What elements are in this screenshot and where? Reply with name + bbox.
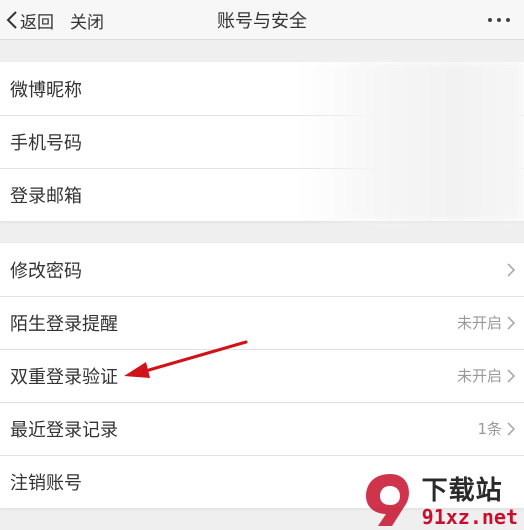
chevron-left-icon <box>6 11 17 29</box>
watermark-logo-icon <box>365 474 409 526</box>
navigation-bar: 返回 关闭 账号与安全 <box>0 0 524 40</box>
chevron-right-icon <box>507 368 516 383</box>
recent-login-records-row[interactable]: 最近登录记录 1条 <box>0 402 524 455</box>
chevron-right-icon <box>507 421 516 436</box>
watermark-domain: 91xz.net <box>421 505 518 529</box>
row-label: 修改密码 <box>10 260 82 282</box>
security-group: 修改密码 陌生登录提醒 未开启 双重登录验证 未开启 最近登录记录 1条 注销账… <box>0 243 524 508</box>
unfamiliar-login-alert-row[interactable]: 陌生登录提醒 未开启 <box>0 296 524 349</box>
row-label: 双重登录验证 <box>10 366 118 388</box>
count-value: 1条 <box>477 420 502 438</box>
close-button[interactable]: 关闭 <box>70 0 104 40</box>
change-password-row[interactable]: 修改密码 <box>0 243 524 296</box>
watermark-name: 下载站 <box>421 476 503 506</box>
watermark: 下载站 91xz.net <box>360 470 518 528</box>
back-label: 返回 <box>20 12 54 33</box>
profile-group: 微博昵称 手机号码 登录邮箱 <box>0 62 524 221</box>
status-value: 未开启 <box>456 314 502 332</box>
chevron-right-icon <box>507 315 516 330</box>
status-value: 未开启 <box>456 367 502 385</box>
more-options-icon[interactable] <box>488 0 510 40</box>
chevron-right-icon <box>507 262 516 277</box>
two-step-verification-row[interactable]: 双重登录验证 未开启 <box>0 349 524 402</box>
row-label: 最近登录记录 <box>10 419 118 441</box>
blurred-values <box>298 62 524 221</box>
row-label: 陌生登录提醒 <box>10 313 118 335</box>
back-button[interactable]: 返回 <box>6 0 54 40</box>
